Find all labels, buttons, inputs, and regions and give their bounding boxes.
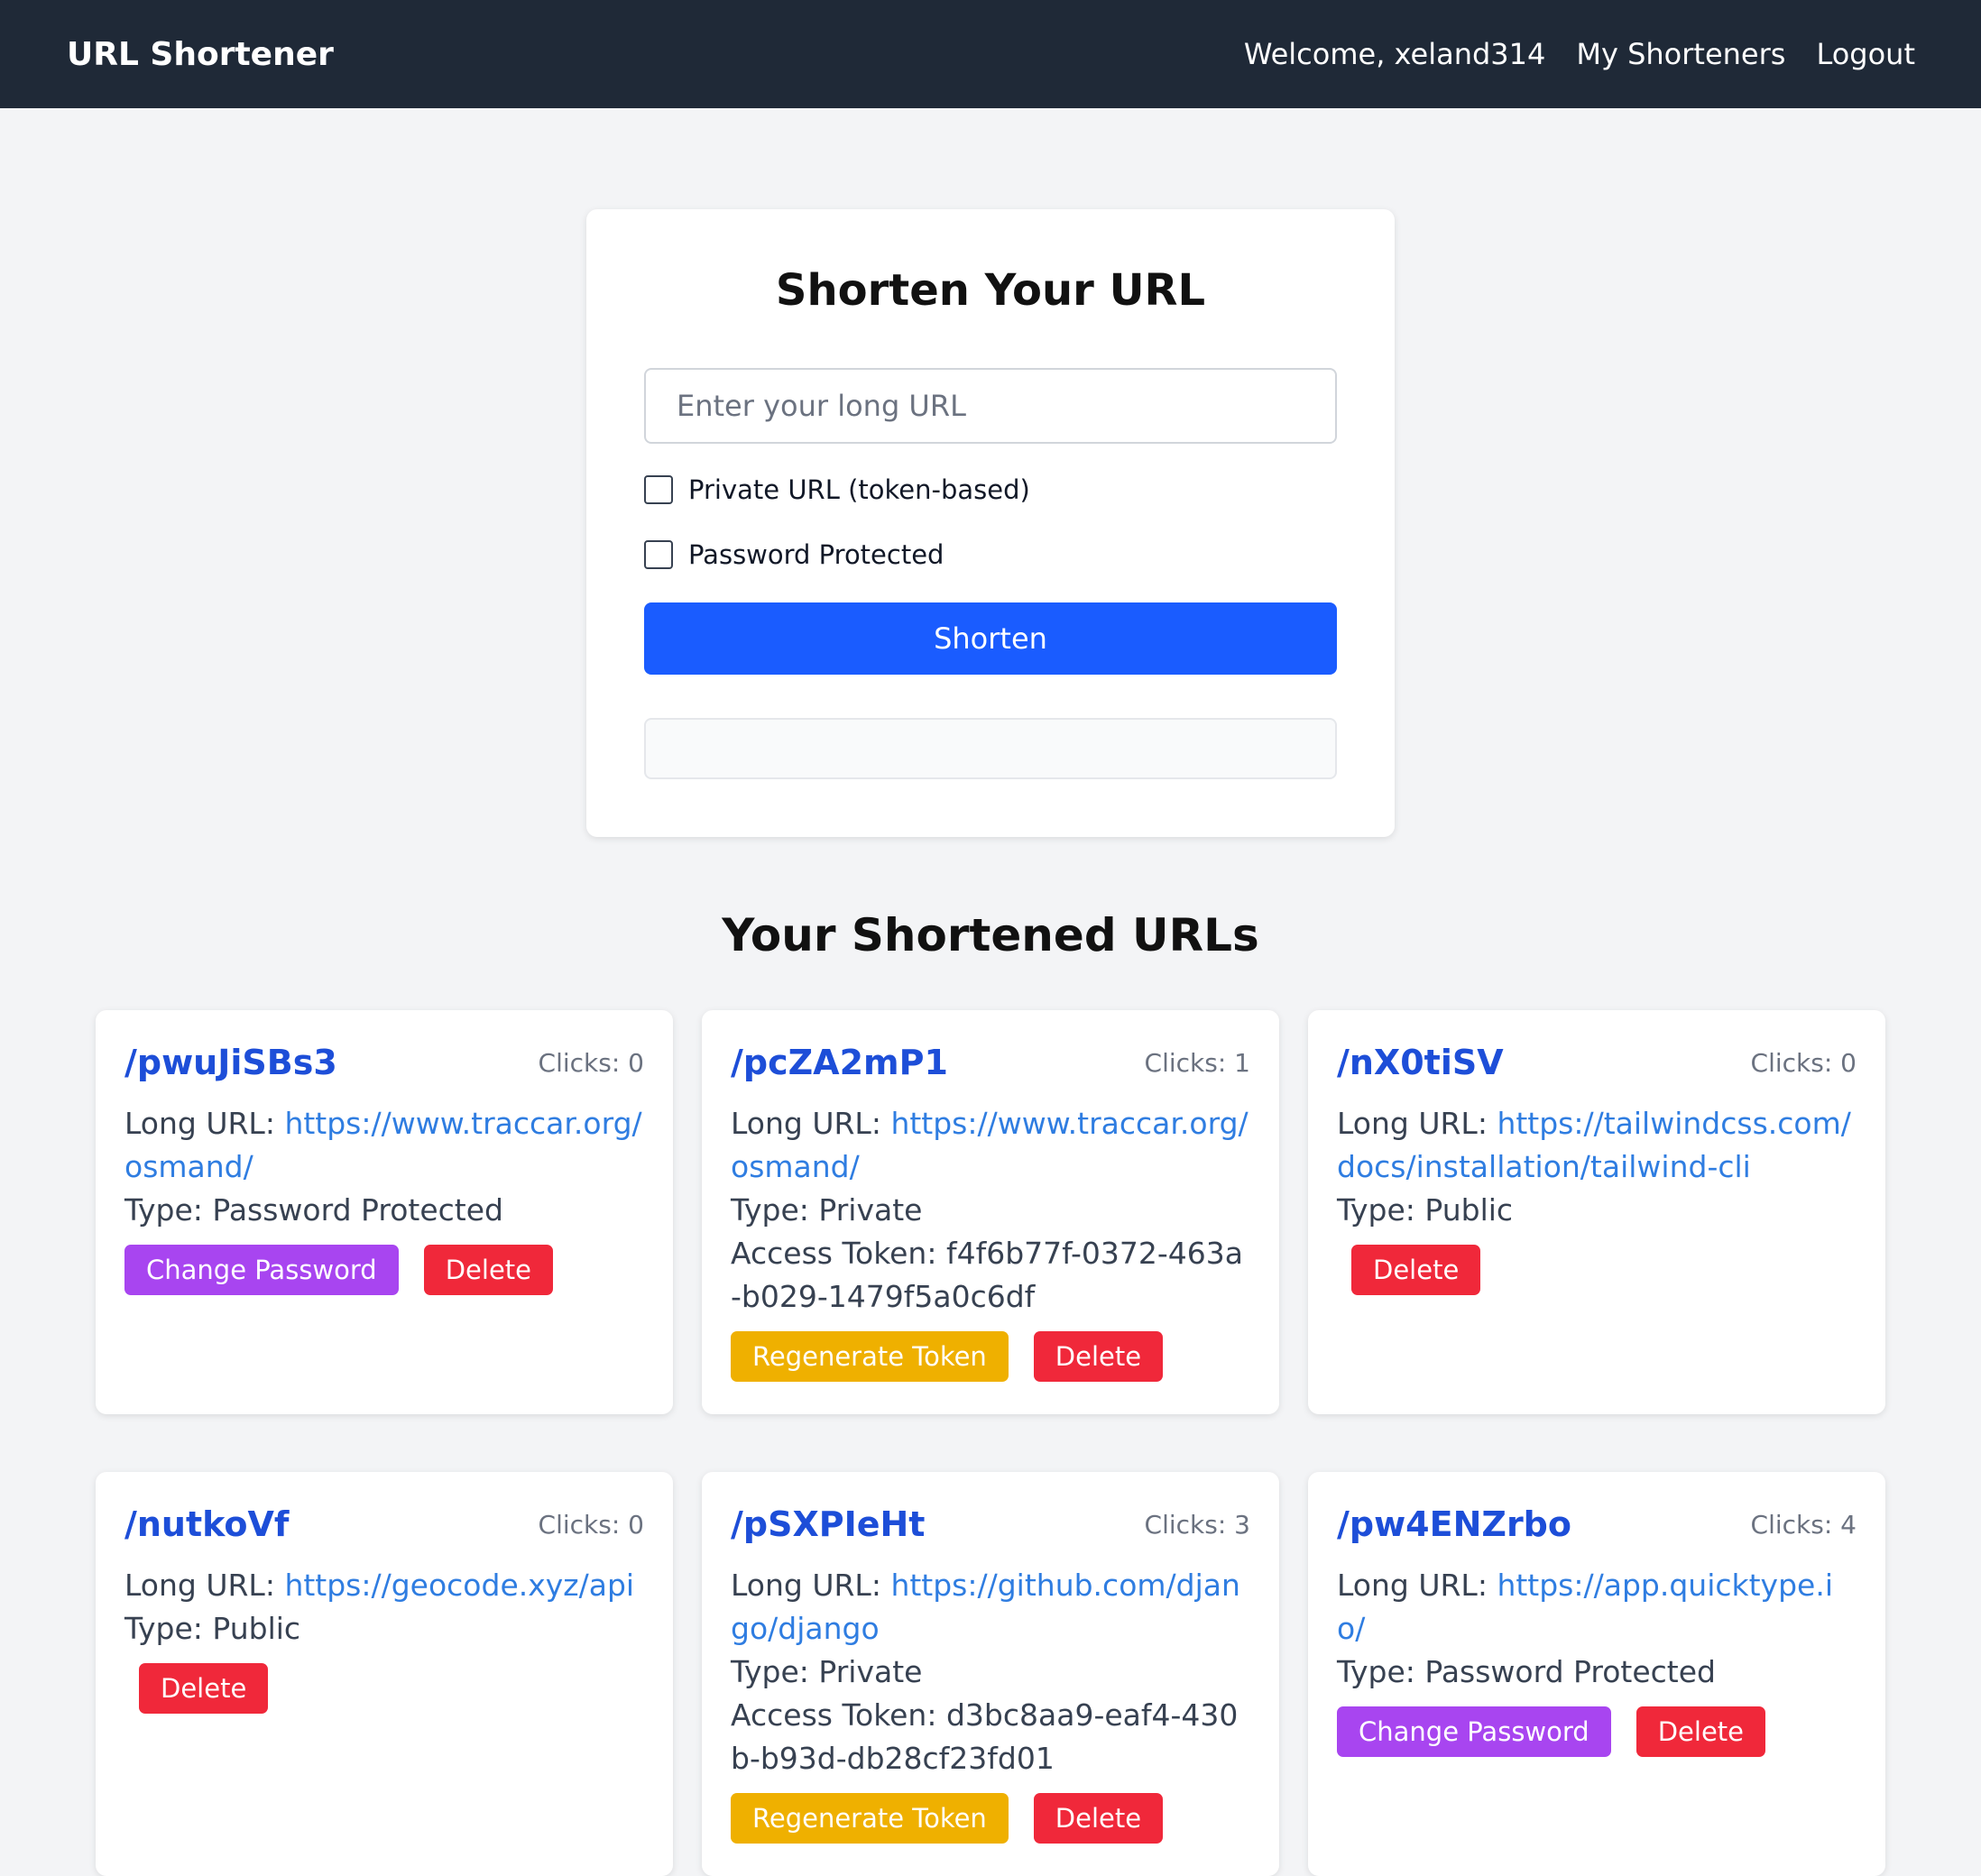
form-title: Shorten Your URL bbox=[775, 265, 1206, 316]
clicks-count: Clicks: 4 bbox=[1750, 1509, 1857, 1540]
regenerate-token-button[interactable]: Regenerate Token bbox=[731, 1331, 1009, 1382]
long-url-row: Long URL: https://geocode.xyz/api bbox=[124, 1568, 635, 1603]
private-url-option[interactable]: Private URL (token-based) bbox=[644, 474, 1030, 505]
access-token-row: Access Token: f4f6b77f-0372-463a-b029-14… bbox=[731, 1236, 1243, 1314]
password-protected-label: Password Protected bbox=[688, 539, 944, 570]
private-url-checkbox[interactable] bbox=[644, 475, 673, 504]
short-code-link[interactable]: /pwuJiSBs3 bbox=[124, 1043, 337, 1082]
delete-button[interactable]: Delete bbox=[1033, 1331, 1164, 1382]
delete-button[interactable]: Delete bbox=[1351, 1245, 1481, 1295]
type-row: Type: Public bbox=[1337, 1192, 1514, 1228]
long-url-row: Long URL: https://tailwindcss.com/docs/i… bbox=[1337, 1106, 1851, 1184]
change-password-button[interactable]: Change Password bbox=[124, 1245, 399, 1295]
clicks-count: Clicks: 0 bbox=[538, 1047, 644, 1078]
short-code-link[interactable]: /pcZA2mP1 bbox=[731, 1043, 948, 1082]
nav-my-shorteners[interactable]: My Shorteners bbox=[1576, 37, 1785, 71]
clicks-count: Clicks: 0 bbox=[1750, 1047, 1857, 1078]
password-protected-option[interactable]: Password Protected bbox=[644, 539, 944, 570]
private-url-label: Private URL (token-based) bbox=[688, 474, 1030, 505]
clicks-count: Clicks: 0 bbox=[538, 1509, 644, 1540]
long-url-row: Long URL: https://github.com/django/djan… bbox=[731, 1568, 1240, 1646]
delete-button[interactable]: Delete bbox=[423, 1245, 554, 1295]
brand-title[interactable]: URL Shortener bbox=[67, 36, 334, 73]
navbar: URL Shortener Welcome, xeland314 My Shor… bbox=[0, 0, 1981, 108]
type-row: Type: Public bbox=[124, 1611, 301, 1646]
type-row: Type: Private bbox=[731, 1192, 923, 1228]
type-row: Type: Password Protected bbox=[1337, 1654, 1716, 1689]
long-url-row: Long URL: https://www.traccar.org/osmand… bbox=[731, 1106, 1248, 1184]
long-url-row: Long URL: https://app.quicktype.io/ bbox=[1337, 1568, 1833, 1646]
regenerate-token-button[interactable]: Regenerate Token bbox=[731, 1793, 1009, 1844]
access-token-row: Access Token: d3bc8aa9-eaf4-430b-b93d-db… bbox=[731, 1697, 1239, 1776]
url-card: /pw4ENZrbo Clicks: 4 Long URL: https://a… bbox=[1308, 1472, 1885, 1876]
long-url-row: Long URL: https://www.traccar.org/osmand… bbox=[124, 1106, 642, 1184]
clicks-count: Clicks: 3 bbox=[1144, 1509, 1250, 1540]
url-card: /nutkoVf Clicks: 0 Long URL: https://geo… bbox=[96, 1472, 673, 1876]
short-code-link[interactable]: /pSXPIeHt bbox=[731, 1504, 925, 1544]
nav-logout[interactable]: Logout bbox=[1816, 37, 1915, 71]
url-card: /pwuJiSBs3 Clicks: 0 Long URL: https://w… bbox=[96, 1010, 673, 1414]
type-row: Type: Private bbox=[731, 1654, 923, 1689]
short-code-link[interactable]: /pw4ENZrbo bbox=[1337, 1504, 1571, 1544]
delete-button[interactable]: Delete bbox=[1635, 1706, 1766, 1757]
short-code-link[interactable]: /nX0tiSV bbox=[1337, 1043, 1504, 1082]
result-box bbox=[644, 718, 1337, 779]
short-code-link[interactable]: /nutkoVf bbox=[124, 1504, 289, 1544]
url-card: /pSXPIeHt Clicks: 3 Long URL: https://gi… bbox=[702, 1472, 1279, 1876]
change-password-button[interactable]: Change Password bbox=[1337, 1706, 1611, 1757]
shorten-form-card: Shorten Your URL Shorten bbox=[586, 209, 1395, 837]
section-title: Your Shortened URLs bbox=[722, 909, 1259, 961]
shorten-button[interactable]: Shorten bbox=[644, 602, 1337, 675]
delete-button[interactable]: Delete bbox=[139, 1663, 269, 1714]
url-card: /nX0tiSV Clicks: 0 Long URL: https://tai… bbox=[1308, 1010, 1885, 1414]
long-url-input[interactable] bbox=[644, 368, 1337, 444]
nav-links: Welcome, xeland314 My Shorteners Logout bbox=[1244, 37, 1915, 71]
delete-button[interactable]: Delete bbox=[1033, 1793, 1164, 1844]
password-protected-checkbox[interactable] bbox=[644, 540, 673, 569]
welcome-text: Welcome, xeland314 bbox=[1243, 37, 1546, 71]
long-url-link[interactable]: https://geocode.xyz/api bbox=[284, 1568, 634, 1603]
url-card: /pcZA2mP1 Clicks: 1 Long URL: https://ww… bbox=[702, 1010, 1279, 1414]
clicks-count: Clicks: 1 bbox=[1144, 1047, 1250, 1078]
type-row: Type: Password Protected bbox=[124, 1192, 503, 1228]
